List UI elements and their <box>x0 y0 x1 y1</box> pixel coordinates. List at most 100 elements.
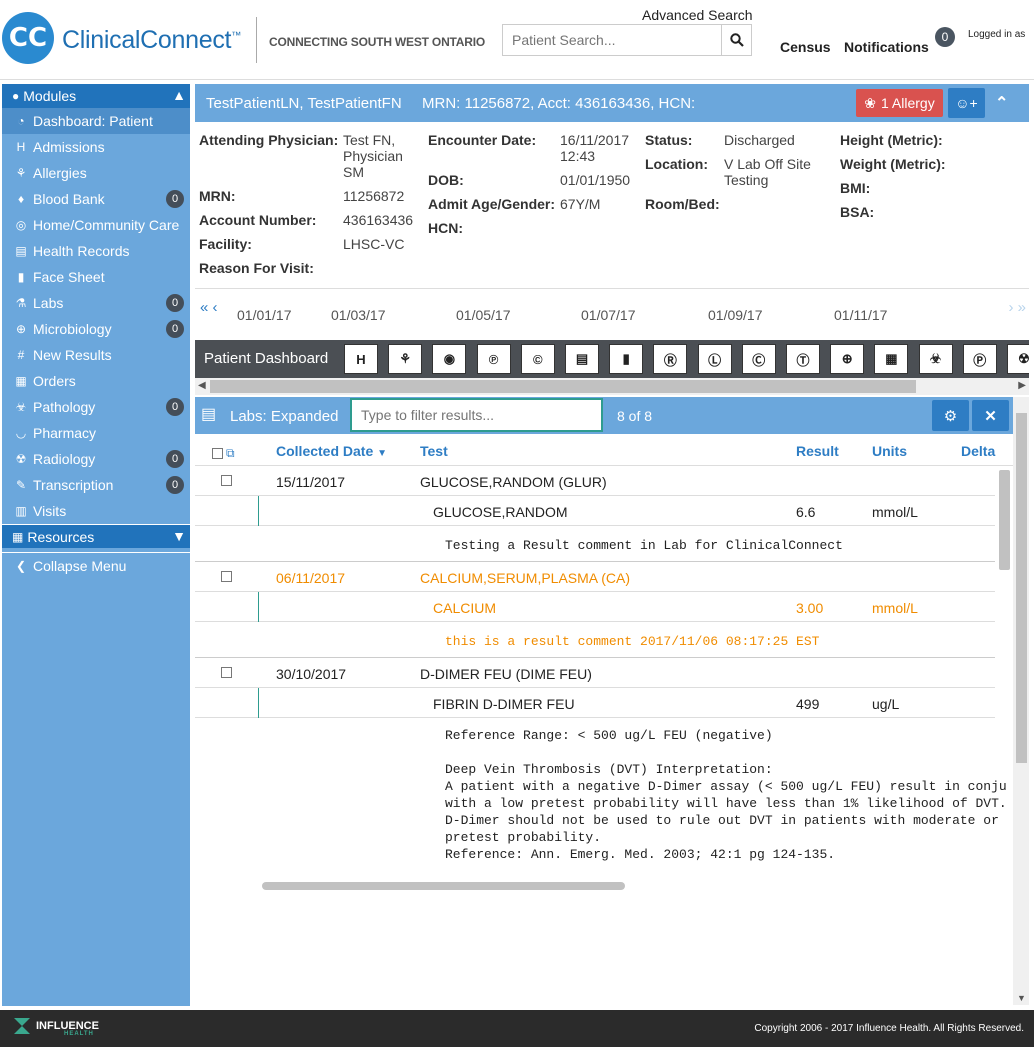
page-vertical-scrollbar[interactable]: ▼ <box>1013 397 1029 1005</box>
timeline-date[interactable]: 01/07/17 <box>581 307 636 323</box>
timeline-date[interactable]: 01/01/17 <box>237 307 292 323</box>
toolbar-module-button[interactable]: ℗ <box>476 344 511 374</box>
labs-inner-scroll-thumb[interactable] <box>999 470 1010 570</box>
collapse-menu-button[interactable]: ❮ Collapse Menu <box>2 552 190 578</box>
count-badge: 0 <box>166 476 184 494</box>
timeline-date[interactable]: 01/05/17 <box>456 307 511 323</box>
toolbar-module-button[interactable]: ⚘ <box>388 344 423 374</box>
select-all-checkbox[interactable] <box>212 448 223 459</box>
lab-panel-row[interactable]: 15/11/2017 GLUCOSE,RANDOM (GLUR) <box>195 466 995 496</box>
module-icon: ▤ <box>575 351 589 366</box>
header-divider <box>256 17 257 63</box>
toolbar-module-button[interactable]: ▤ <box>565 344 599 374</box>
search-button[interactable] <box>721 25 751 55</box>
notifications-link[interactable]: Notifications <box>844 39 929 55</box>
timeline-date[interactable]: 01/09/17 <box>708 307 763 323</box>
sidebar-item-admissions[interactable]: H Admissions <box>2 134 190 160</box>
labs-table: ⧉ Collected Date ▼ Test Result Units Del… <box>195 434 1013 895</box>
advanced-search-link[interactable]: Advanced Search <box>642 7 753 23</box>
units-cell: ug/L <box>872 696 900 712</box>
lab-result-row[interactable]: GLUCOSE,RANDOM 6.6 mmol/L <box>195 496 995 526</box>
chevron-down-icon[interactable]: ▼ <box>172 528 186 544</box>
lab-result-row[interactable]: FIBRIN D-DIMER FEU 499 ug/L <box>195 688 995 718</box>
toolbar-scrollbar[interactable]: ◀ ▶ <box>195 378 1029 395</box>
collected-date-cell: 15/11/2017 <box>276 474 346 490</box>
toolbar-module-button[interactable]: Ⓒ <box>741 344 776 374</box>
copy-icon[interactable]: ⧉ <box>226 446 235 461</box>
sidebar-item-microbiology[interactable]: ⊕ Microbiology 0 <box>2 316 190 342</box>
page-scroll-thumb[interactable] <box>1016 413 1027 763</box>
sidebar-item-blood-bank[interactable]: ♦ Blood Bank 0 <box>2 186 190 212</box>
census-link[interactable]: Census <box>780 39 831 55</box>
timeline-back-icon[interactable]: « ‹ <box>200 299 218 316</box>
document-icon: ▮ <box>17 270 25 284</box>
timeline-date[interactable]: 01/03/17 <box>331 307 386 323</box>
patient-search-input[interactable] <box>503 25 721 55</box>
sidebar-item-home-community-care[interactable]: ◎ Home/Community Care <box>2 212 190 238</box>
sidebar-item-dashboard-patient[interactable]: ◔ Dashboard: Patient <box>2 108 190 134</box>
sidebar-item-pathology[interactable]: ☣ Pathology 0 <box>2 394 190 420</box>
timeline-date[interactable]: 01/11/17 <box>834 307 887 323</box>
test-name-cell[interactable]: D-DIMER FEU (DIME FEU) <box>420 666 592 682</box>
sidebar-item-visits[interactable]: ▥ Visits <box>2 498 190 524</box>
labs-horizontal-scroll-thumb[interactable] <box>262 882 625 890</box>
sidebar-item-transcription[interactable]: ✎ Transcription 0 <box>2 472 190 498</box>
test-header[interactable]: Test <box>420 443 448 459</box>
toolbar-module-button[interactable]: ▦ <box>874 344 909 374</box>
admit-age-label: Admit Age/Gender: <box>428 196 556 212</box>
add-patient-list-button[interactable]: ☺+ <box>948 88 985 118</box>
sidebar-item-pharmacy[interactable]: ◡ Pharmacy <box>2 420 190 446</box>
row-checkbox[interactable] <box>221 571 232 582</box>
sidebar-item-health-records[interactable]: ▤ Health Records <box>2 238 190 264</box>
units-cell: mmol/L <box>872 504 918 520</box>
collected-date-header[interactable]: Collected Date ▼ <box>276 443 387 459</box>
toolbar-module-button[interactable]: Ⓡ <box>653 344 688 374</box>
sort-desc-icon: ▼ <box>377 448 388 459</box>
row-checkbox[interactable] <box>221 475 232 486</box>
microscope-icon: ⊕ <box>15 322 27 336</box>
test-name-cell[interactable]: CALCIUM,SERUM,PLASMA (CA) <box>420 570 630 586</box>
toolbar-scroll-thumb[interactable] <box>210 380 916 393</box>
lab-panel-row[interactable]: 30/10/2017 D-DIMER FEU (DIME FEU) <box>195 658 995 688</box>
allergy-button[interactable]: ❀ 1 Allergy <box>856 89 943 117</box>
result-header[interactable]: Result <box>796 443 839 459</box>
sidebar-item-label: Blood Bank <box>33 191 105 207</box>
clinicalconnect-logo-icon[interactable]: CC <box>2 12 54 64</box>
toolbar-module-button[interactable]: ☢ <box>1007 344 1029 374</box>
encounter-timeline[interactable]: « ‹ › » 01/01/17 01/03/17 01/05/17 01/07/17… <box>195 288 1029 334</box>
lab-result-row[interactable]: CALCIUM 3.00 mmol/L <box>195 592 995 622</box>
labs-filter-input[interactable] <box>350 398 603 432</box>
row-checkbox[interactable] <box>221 667 232 678</box>
row-divider <box>258 496 259 526</box>
toolbar-module-button[interactable]: ◉ <box>432 344 467 374</box>
units-header[interactable]: Units <box>872 443 907 459</box>
sidebar-item-allergies[interactable]: ⚘ Allergies <box>2 160 190 186</box>
test-name-cell[interactable]: GLUCOSE,RANDOM (GLUR) <box>420 474 607 490</box>
notification-count-badge[interactable]: 0 <box>935 27 955 47</box>
sidebar-item-new-results[interactable]: # New Results <box>2 342 190 368</box>
toolbar-module-button[interactable]: ☣ <box>918 344 953 374</box>
labs-close-button[interactable]: ✕ <box>972 400 1009 431</box>
toolbar-module-button[interactable]: © <box>520 344 555 374</box>
resources-header[interactable]: ▦ Resources ▼ <box>2 524 190 548</box>
location-value: V Lab Off Site Testing <box>724 156 811 188</box>
toolbar-module-button[interactable]: ▮ <box>609 344 644 374</box>
timeline-forward-icon[interactable]: › » <box>1008 299 1026 316</box>
delta-header[interactable]: Delta <box>961 443 995 459</box>
lab-panel-row[interactable]: 06/11/2017 CALCIUM,SERUM,PLASMA (CA) <box>195 562 995 592</box>
sidebar-item-orders[interactable]: ▦ Orders <box>2 368 190 394</box>
user-icon: ● <box>12 89 20 103</box>
labs-settings-button[interactable]: ⚙ <box>932 400 969 431</box>
modules-header[interactable]: ● Modules ▲ <box>2 84 190 108</box>
collapse-banner-icon[interactable]: ⌃ <box>995 93 1008 113</box>
sidebar-item-labs[interactable]: ⚗ Labs 0 <box>2 290 190 316</box>
sidebar-item-radiology[interactable]: ☢ Radiology 0 <box>2 446 190 472</box>
sidebar-item-face-sheet[interactable]: ▮ Face Sheet <box>2 264 190 290</box>
flask-icon: ⚗ <box>15 296 27 310</box>
toolbar-module-button[interactable]: Ⓣ <box>786 344 820 374</box>
toolbar-module-button[interactable]: Ⓛ <box>697 344 732 374</box>
toolbar-module-button[interactable]: ⊕ <box>830 344 865 374</box>
chevron-up-icon[interactable]: ▲ <box>172 87 186 103</box>
toolbar-module-button[interactable]: H <box>344 344 378 374</box>
toolbar-module-button[interactable]: Ⓟ <box>962 344 997 374</box>
